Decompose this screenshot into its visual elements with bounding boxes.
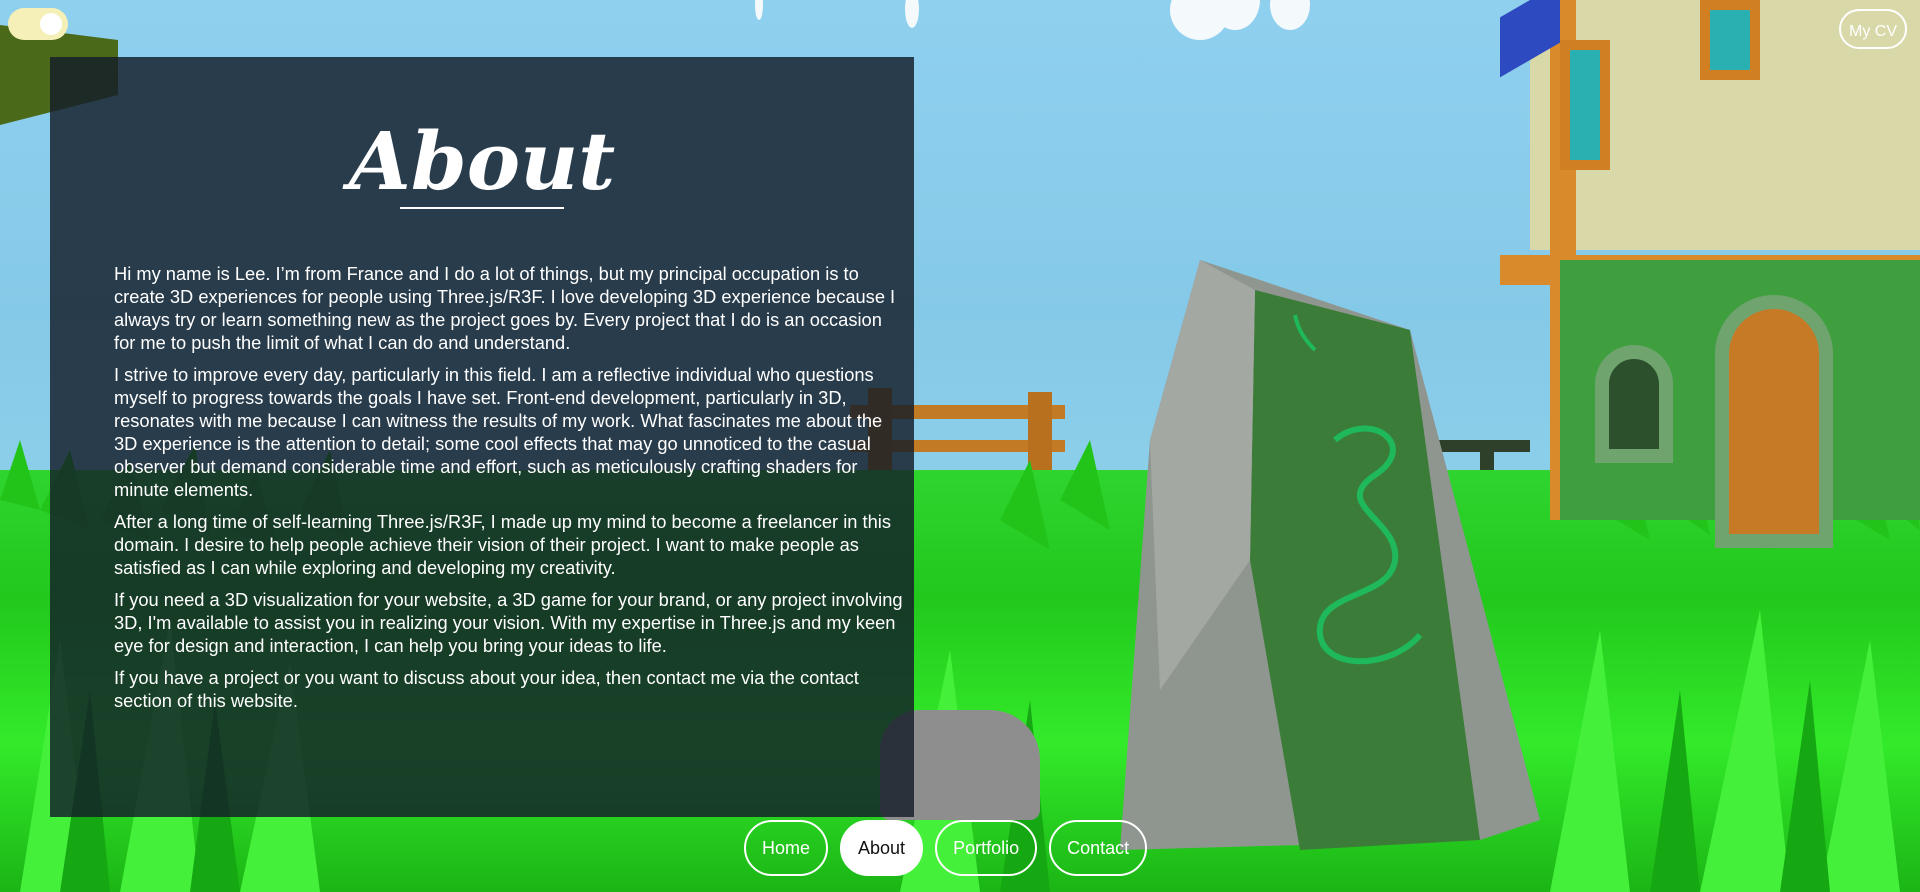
bottom-nav: Home About Portfolio Contact [744, 820, 1148, 878]
house-window [1560, 40, 1610, 170]
nav-about-button[interactable]: About [840, 820, 924, 876]
house [1500, 0, 1920, 548]
house-doorway [1715, 295, 1833, 548]
about-content: Hi my name is Lee. I’m from France and I… [114, 205, 904, 721]
cv-button[interactable]: My CV [1839, 9, 1907, 49]
about-paragraph: I strive to improve every day, particula… [114, 364, 883, 500]
nav-contact-button[interactable]: Contact [1049, 820, 1148, 876]
theme-toggle[interactable] [8, 8, 68, 40]
rune-stone [1120, 260, 1540, 850]
house-window-arch [1595, 345, 1673, 463]
sun-toggle-icon [40, 13, 62, 35]
about-paragraph: If you need a 3D visualization for your … [114, 589, 903, 656]
page-title: About [348, 114, 616, 208]
about-paragraph: After a long time of self-learning Three… [114, 511, 891, 578]
house-window [1700, 0, 1760, 80]
nav-home-button[interactable]: Home [744, 820, 829, 876]
about-paragraph: If you have a project or you want to dis… [114, 667, 859, 711]
about-panel: About Hi my name is Lee. I’m from France… [50, 57, 914, 817]
nav-portfolio-button[interactable]: Portfolio [935, 820, 1038, 876]
about-paragraph: Hi my name is Lee. I’m from France and I… [114, 263, 896, 353]
